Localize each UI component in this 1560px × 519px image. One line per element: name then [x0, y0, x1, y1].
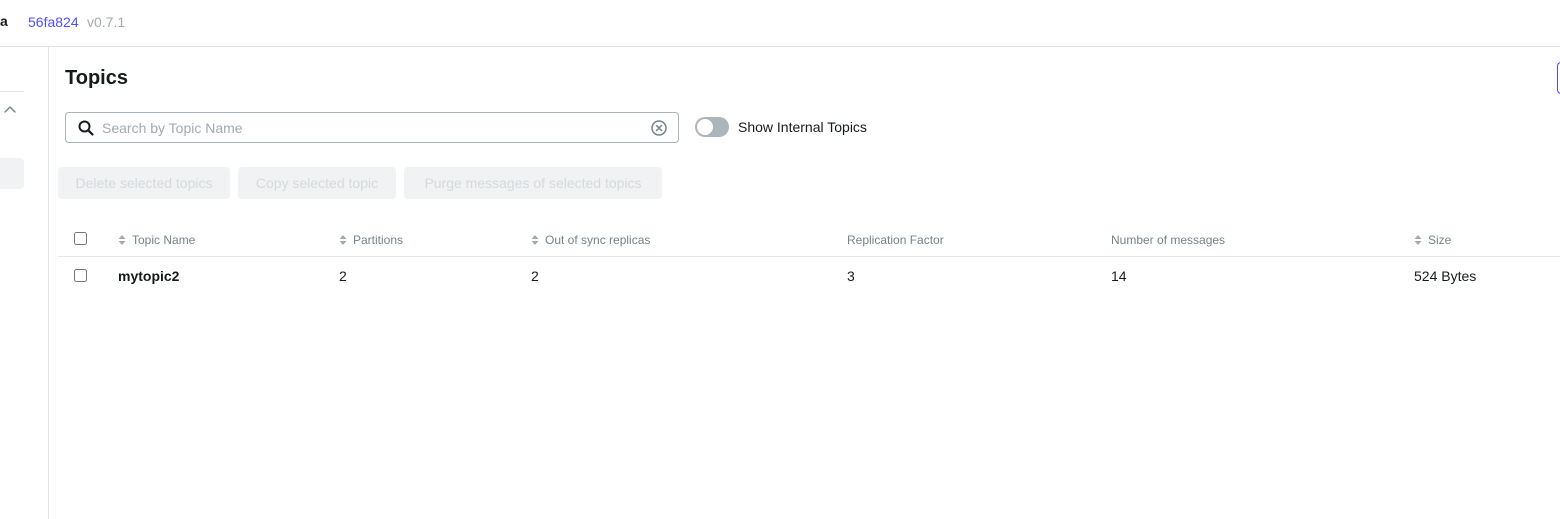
commit-link[interactable]: 56fa824	[28, 14, 79, 30]
column-header-topic-name[interactable]: Topic Name	[118, 233, 195, 247]
column-label: Out of sync replicas	[545, 233, 651, 247]
page-title: Topics	[65, 67, 128, 89]
purge-messages-button[interactable]: Purge messages of selected topics	[404, 167, 662, 199]
chevron-up-icon[interactable]	[3, 103, 17, 117]
replication-factor-cell: 3	[847, 268, 855, 284]
column-header-out-of-sync-replicas[interactable]: Out of sync replicas	[531, 233, 650, 247]
topic-name-link[interactable]: mytopic2	[118, 268, 179, 284]
column-header-size[interactable]: Size	[1414, 233, 1451, 247]
column-header-partitions[interactable]: Partitions	[339, 233, 403, 247]
delete-selected-topics-button[interactable]: Delete selected topics	[58, 167, 230, 199]
sort-icon	[118, 235, 126, 245]
column-header-replication-factor: Replication Factor	[847, 233, 944, 247]
toggle-knob	[697, 119, 713, 135]
partitions-cell: 2	[339, 268, 347, 284]
table-header: Topic Name Partitions Out of sync replic…	[58, 225, 1560, 257]
sort-icon	[339, 235, 347, 245]
sidebar-item-topics[interactable]	[0, 158, 24, 189]
size-cell: 524 Bytes	[1414, 268, 1477, 284]
column-label: Size	[1428, 233, 1452, 247]
column-label: Topic Name	[132, 233, 196, 247]
clear-search-icon[interactable]	[651, 120, 667, 136]
search-input[interactable]	[102, 117, 642, 139]
search-box[interactable]	[65, 112, 679, 143]
column-header-number-of-messages: Number of messages	[1111, 233, 1226, 247]
top-bar: a 56fa824 v0.7.1	[0, 0, 1560, 47]
out-of-sync-cell: 2	[531, 268, 539, 284]
sort-icon	[1414, 235, 1422, 245]
show-internal-topics-toggle[interactable]	[695, 117, 729, 137]
brand-logo-text[interactable]: a	[0, 13, 8, 29]
show-internal-topics-label: Show Internal Topics	[738, 119, 867, 135]
messages-cell: 14	[1111, 268, 1127, 284]
copy-selected-topic-button[interactable]: Copy selected topic	[238, 167, 396, 199]
sidebar	[0, 47, 49, 519]
column-label: Partitions	[353, 233, 404, 247]
sort-icon	[531, 235, 539, 245]
row-select-checkbox[interactable]	[74, 269, 87, 282]
search-icon	[78, 120, 94, 136]
table-row[interactable]: mytopic2 2 2 3 14 524 Bytes	[58, 257, 1560, 295]
select-all-checkbox[interactable]	[74, 232, 87, 245]
version-label: v0.7.1	[87, 14, 126, 30]
sidebar-divider	[0, 91, 24, 92]
